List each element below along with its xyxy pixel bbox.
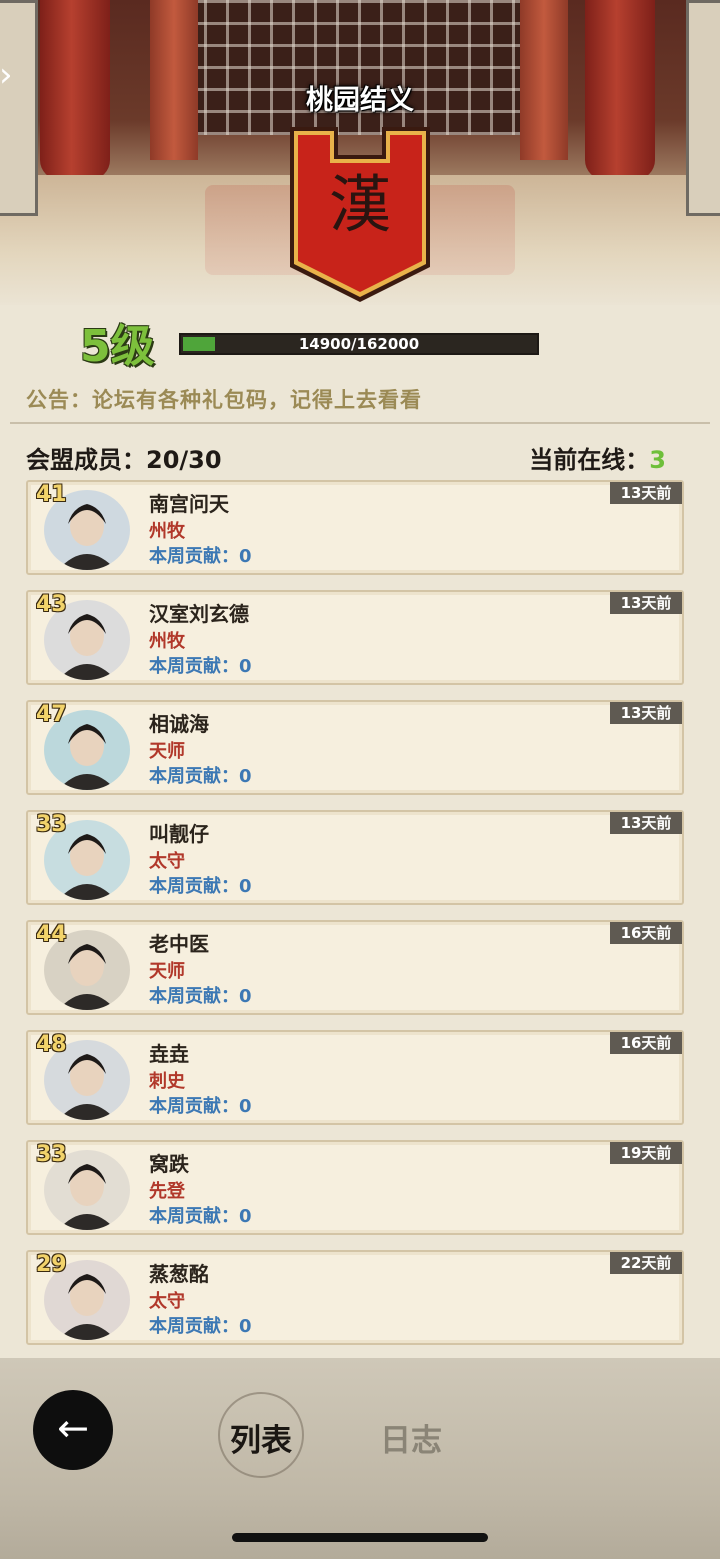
members-label: 会盟成员： <box>26 446 146 474</box>
member-title: 天师 <box>149 961 185 982</box>
member-name: 蒸葱酩 <box>149 1262 209 1286</box>
member-last-seen: 16天前 <box>610 922 682 944</box>
member-last-seen: 22天前 <box>610 1252 682 1274</box>
guild-emblem: 漢 <box>328 168 391 241</box>
member-card[interactable]: 43 汉室刘玄德州牧本周贡献：0 13天前 <box>26 590 684 685</box>
member-name: 相诚海 <box>149 712 209 736</box>
tab-log[interactable]: 日志 <box>380 1415 442 1460</box>
member-contribution: 本周贡献：0 <box>149 656 252 677</box>
member-last-seen: 13天前 <box>610 702 682 724</box>
member-card[interactable]: 41 南宫问天州牧本周贡献：0 13天前 <box>26 480 684 575</box>
member-last-seen: 13天前 <box>610 482 682 504</box>
member-name: 窝跌 <box>149 1152 189 1176</box>
member-card[interactable]: 29 蒸葱酩太守本周贡献：0 22天前 <box>26 1250 684 1345</box>
bottom-bar <box>0 1358 720 1559</box>
member-title: 州牧 <box>149 521 185 542</box>
member-name: 老中医 <box>149 932 209 956</box>
member-title: 先登 <box>149 1181 185 1202</box>
back-arrow-icon: ← <box>57 1406 89 1450</box>
member-name: 南宫问天 <box>149 492 229 516</box>
member-name: 叫靓仔 <box>149 822 209 846</box>
member-title: 太守 <box>149 851 185 872</box>
member-contribution: 本周贡献：0 <box>149 1206 252 1227</box>
member-list[interactable]: 41 南宫问天 州牧 本周贡献：0 13天前 43 汉室刘玄德 州牧 本周贡献：0 13天前 47 相… <box>26 480 686 1350</box>
member-contribution: 本周贡献：0 <box>149 766 252 787</box>
back-button[interactable]: ← <box>33 1390 113 1470</box>
member-level: 44 <box>36 922 67 947</box>
online-label: 当前在线： <box>529 446 650 474</box>
online-count: 3 <box>649 446 666 474</box>
member-level: 43 <box>36 592 67 617</box>
members-count: 20/30 <box>146 446 222 474</box>
member-title: 刺史 <box>149 1071 185 1092</box>
member-name: 汉室刘玄德 <box>149 602 249 626</box>
member-contribution: 本周贡献：0 <box>149 1096 252 1117</box>
member-level: 33 <box>36 812 67 837</box>
member-title: 太守 <box>149 1291 185 1312</box>
member-last-seen: 13天前 <box>610 592 682 614</box>
member-last-seen: 19天前 <box>610 1142 682 1164</box>
member-card[interactable]: 47 相诚海天师本周贡献：0 13天前 <box>26 700 684 795</box>
online-count-label: 当前在线：3 <box>529 440 666 475</box>
member-name: 垚垚 <box>149 1042 189 1066</box>
member-last-seen: 13天前 <box>610 812 682 834</box>
home-indicator <box>232 1533 488 1542</box>
member-level: 33 <box>36 1142 67 1167</box>
member-contribution: 本周贡献：0 <box>149 1316 252 1337</box>
member-card[interactable]: 48 垚垚刺史本周贡献：0 16天前 <box>26 1030 684 1125</box>
guild-level: 5级 <box>80 321 155 372</box>
member-level: 47 <box>36 702 67 727</box>
member-level: 29 <box>36 1252 67 1277</box>
guild-name: 桃园结义 <box>306 85 414 116</box>
xp-text: 14900/162000 <box>298 335 420 353</box>
member-title: 州牧 <box>149 631 185 652</box>
member-card[interactable]: 44 老中医天师本周贡献：0 16天前 <box>26 920 684 1015</box>
members-count-label: 会盟成员：20/30 <box>26 440 222 475</box>
member-contribution: 本周贡献：0 <box>149 876 252 897</box>
member-contribution: 本周贡献：0 <box>149 986 252 1007</box>
tab-list[interactable]: 列表 <box>218 1415 304 1460</box>
member-level: 48 <box>36 1032 67 1057</box>
member-contribution: 本周贡献：0 <box>149 546 252 567</box>
xp-progress-bar: 14900/162000 <box>179 333 539 355</box>
member-level: 41 <box>36 482 67 507</box>
member-card[interactable]: 33 窝跌先登本周贡献：0 19天前 <box>26 1140 684 1235</box>
member-card[interactable]: 33 叫靓仔太守本周贡献：0 13天前 <box>26 810 684 905</box>
guild-notice: 公告：论坛有各种礼包码，记得上去看看 <box>26 388 422 412</box>
member-last-seen: 16天前 <box>610 1032 682 1054</box>
divider <box>10 422 710 424</box>
member-title: 天师 <box>149 741 185 762</box>
